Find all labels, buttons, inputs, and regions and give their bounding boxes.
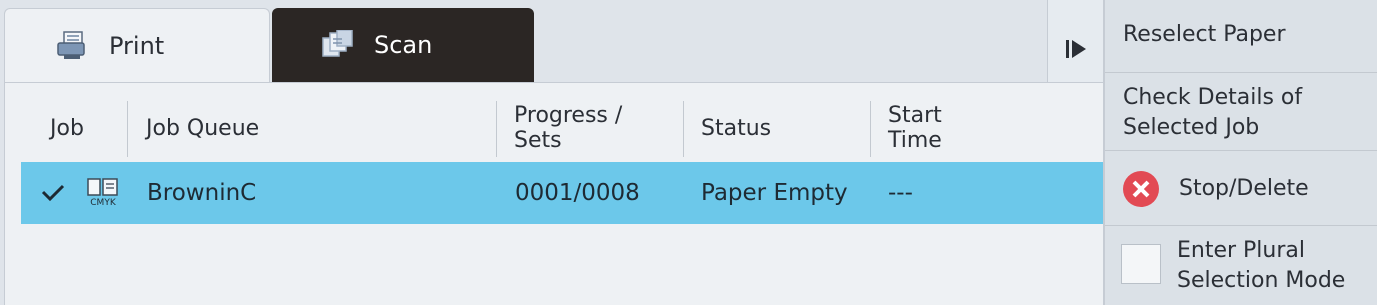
progress-cell: 0001/0008 [515, 180, 640, 206]
check-icon [41, 162, 65, 224]
header-divider [683, 101, 684, 157]
side-action-panel: Reselect Paper Check Details of Selected… [1104, 0, 1377, 305]
job-list-panel: Job Job Queue Progress / Sets Status Sta… [4, 82, 1104, 305]
header-start-line1: Start [888, 103, 942, 128]
print-monitor-icon [55, 30, 89, 61]
empty-row[interactable] [21, 229, 1103, 299]
side-divider [1105, 150, 1377, 151]
header-status: Status [701, 115, 772, 141]
stop-delete-icon [1121, 169, 1161, 209]
stop-delete-button[interactable]: Stop/Delete [1105, 163, 1377, 215]
print-job-cmyk-icon: CMYK [83, 162, 123, 224]
header-start-time: Start Time [888, 97, 1038, 159]
play-arrow-icon [1065, 39, 1087, 63]
check-details-button[interactable]: Check Details of Selected Job [1105, 83, 1377, 145]
tab-scan[interactable]: Scan [272, 8, 534, 82]
table-header: Job Job Queue Progress / Sets Status Sta… [5, 97, 1105, 159]
header-progress-line1: Progress / [514, 103, 623, 128]
plural-line1: Enter Plural [1177, 238, 1306, 263]
tab-scan-label: Scan [374, 31, 433, 59]
reselect-paper-button[interactable]: Reselect Paper [1105, 20, 1377, 70]
reselect-paper-label: Reselect Paper [1123, 22, 1286, 47]
start-time-cell: --- [888, 180, 913, 206]
scan-docs-icon [320, 29, 354, 60]
side-divider [1105, 225, 1377, 226]
header-start-line2: Time [888, 128, 942, 153]
tab-print[interactable]: Print [4, 8, 270, 82]
header-job: Job [50, 115, 84, 141]
tab-print-label: Print [109, 31, 165, 60]
check-details-line2: Selected Job [1123, 115, 1260, 140]
status-cell: Paper Empty [701, 180, 848, 206]
plural-selection-text: Enter Plural Selection Mode [1177, 236, 1345, 296]
plural-selection-button[interactable]: Enter Plural Selection Mode [1105, 236, 1377, 298]
header-progress-line2: Sets [514, 128, 562, 153]
header-job-queue: Job Queue [146, 115, 260, 141]
stop-delete-label: Stop/Delete [1179, 176, 1309, 201]
header-progress: Progress / Sets [514, 97, 684, 159]
cmyk-label: CMYK [90, 198, 116, 208]
side-divider [1105, 72, 1377, 73]
check-details-line1: Check Details of [1123, 85, 1303, 110]
job-type-tabs: Print Scan [0, 0, 1047, 82]
header-divider [870, 101, 871, 157]
header-divider [496, 101, 497, 157]
plural-line2: Selection Mode [1177, 268, 1346, 293]
plural-selection-checkbox[interactable] [1121, 244, 1161, 284]
table-row[interactable]: CMYK BrowninC 0001/0008 Paper Empty --- [21, 162, 1103, 224]
header-divider [127, 101, 128, 157]
job-queue-cell: BrowninC [147, 180, 257, 206]
